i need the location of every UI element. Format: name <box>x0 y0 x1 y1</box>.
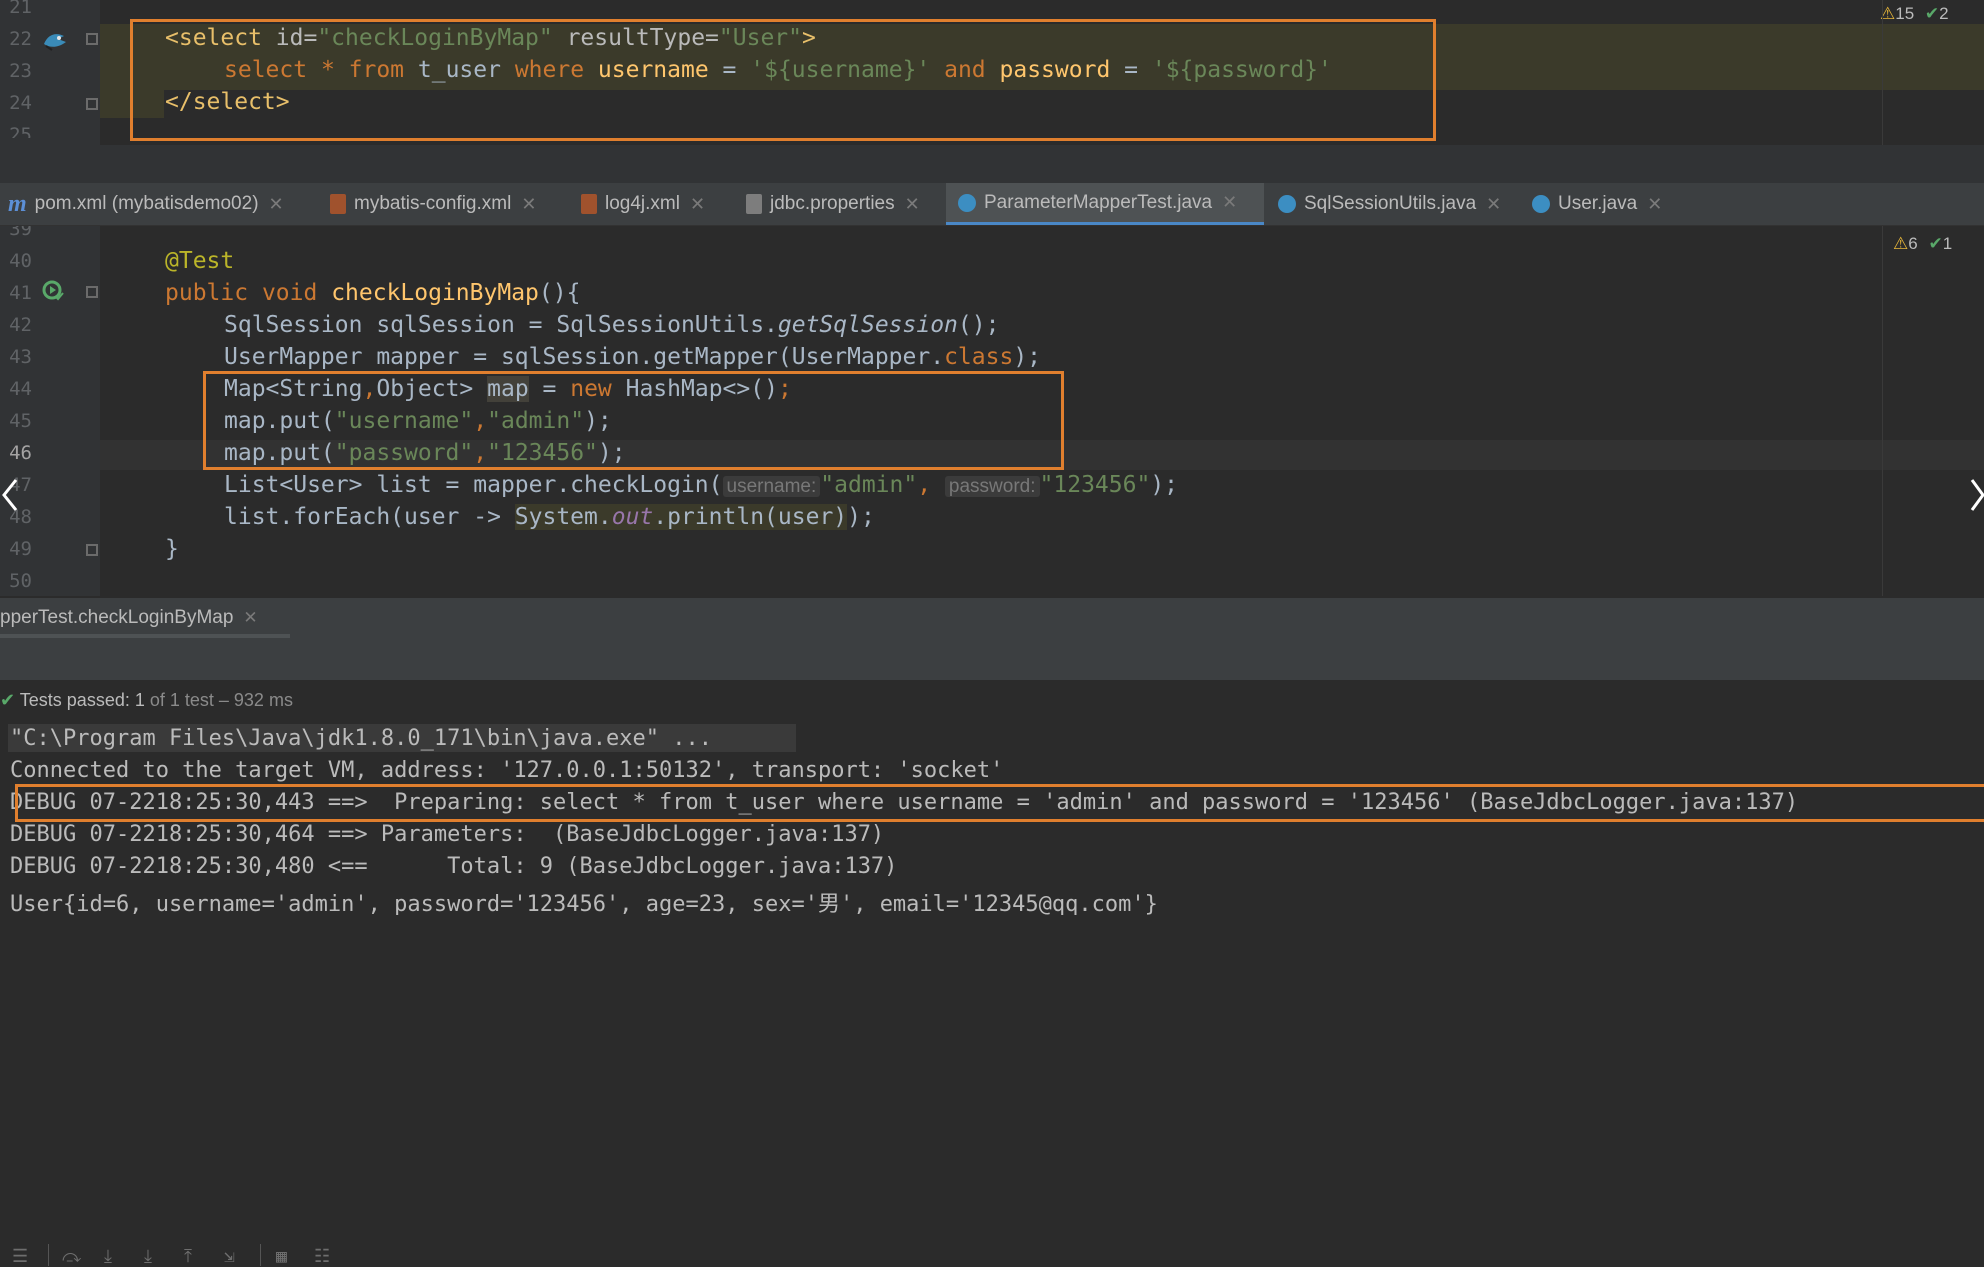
tab-jdbc-properties[interactable]: jdbc.properties ✕ <box>746 183 920 225</box>
tab-parameter-mapper-test[interactable]: ParameterMapperTest.java ✕ <box>946 183 1264 225</box>
line-number: 45 <box>9 410 32 432</box>
tab-mybatis-config[interactable]: mybatis-config.xml ✕ <box>330 183 536 225</box>
fold-icon[interactable] <box>86 98 98 110</box>
split-divider[interactable] <box>0 145 1984 183</box>
test-status: ✔ Tests passed: 1 of 1 test – 932 ms <box>0 690 293 710</box>
line-number: 50 <box>9 570 32 592</box>
tab-sqlsession-utils[interactable]: SqlSessionUtils.java ✕ <box>1278 183 1501 225</box>
line-number: 39 <box>9 226 32 240</box>
fold-icon[interactable] <box>86 286 98 298</box>
line-number: 42 <box>9 314 32 336</box>
console-line: "C:\Program Files\Java\jdk1.8.0_171\bin\… <box>10 726 712 751</box>
properties-file-icon <box>746 194 762 214</box>
code-line-48: list.forEach(user -> System.out.println(… <box>224 504 875 530</box>
prev-arrow-icon[interactable] <box>0 478 20 512</box>
scrollbar-track[interactable] <box>1882 226 1883 596</box>
tab-pom-xml[interactable]: m pom.xml (mybatisdemo02) ✕ <box>8 183 284 225</box>
rerun-icon[interactable]: ⤼ <box>62 1246 84 1267</box>
line-number: 23 <box>9 60 32 82</box>
export-icon[interactable]: ⇲ <box>224 1246 246 1267</box>
code-line-49: } <box>165 536 179 562</box>
fold-icon[interactable] <box>86 544 98 556</box>
close-icon[interactable]: ✕ <box>1222 192 1237 213</box>
line-number: 22 <box>9 28 32 50</box>
close-icon[interactable]: ✕ <box>1486 194 1501 215</box>
run-test-icon[interactable] <box>42 280 64 302</box>
close-icon[interactable]: ✕ <box>1647 194 1662 215</box>
tab-log4j[interactable]: log4j.xml ✕ <box>581 183 705 225</box>
toolbar-separator <box>48 1244 49 1266</box>
console-line: User{id=6, username='admin', password='1… <box>10 892 1158 915</box>
line-number: 43 <box>9 346 32 368</box>
maven-icon: m <box>8 190 27 217</box>
editor-bottom[interactable]: 39 40 41 42 43 44 45 46 47 48 49 50 @Tes… <box>0 226 1984 596</box>
console-output[interactable]: "C:\Program Files\Java\jdk1.8.0_171\bin\… <box>0 724 1984 915</box>
download-icon[interactable]: ⤓ <box>144 1246 166 1267</box>
upload-icon[interactable]: ⤒ <box>184 1246 206 1267</box>
line-number: 40 <box>9 250 32 272</box>
line-number: 24 <box>9 92 32 114</box>
download-icon[interactable]: ⤓ <box>104 1246 126 1267</box>
param-hint: username: <box>722 476 821 497</box>
code-line-42: SqlSession sqlSession = SqlSessionUtils.… <box>224 312 1000 338</box>
editor-tab-bar: m pom.xml (mybatisdemo02) ✕ mybatis-confi… <box>0 183 1984 226</box>
line-number: 21 <box>9 0 32 18</box>
run-tab[interactable]: pperTest.checkLoginByMap ✕ <box>0 607 258 629</box>
settings-list-icon[interactable]: ☷ <box>314 1246 336 1267</box>
tab-user-java[interactable]: User.java ✕ <box>1532 183 1662 225</box>
check-icon: ✔ <box>1928 234 1943 253</box>
line-number: 49 <box>9 538 32 560</box>
inspection-widget[interactable]: ⚠6 ✔1 <box>1893 234 1952 254</box>
console-line: Connected to the target VM, address: '12… <box>10 758 1004 783</box>
java-class-icon <box>1532 195 1550 213</box>
editor-top[interactable]: 21 22 23 24 25 <select id="checkLoginByM… <box>0 0 1984 145</box>
code-line-43: UserMapper mapper = sqlSession.getMapper… <box>224 344 1042 370</box>
mybatis-navigate-icon[interactable] <box>42 30 68 52</box>
line-number: 25 <box>9 124 32 138</box>
check-icon: ✔ <box>0 690 16 710</box>
line-number: 46 <box>9 442 32 464</box>
table-icon[interactable]: ▦ <box>276 1246 298 1267</box>
xml-file-icon <box>330 194 346 214</box>
warning-icon: ⚠ <box>1893 234 1909 253</box>
close-icon[interactable]: ✕ <box>690 194 705 215</box>
run-tab-underline <box>0 634 290 638</box>
next-arrow-icon[interactable] <box>1968 478 1984 512</box>
toolbar-separator <box>260 1244 261 1266</box>
console-line: DEBUG 07-2218:25:30,480 <== Total: 9 (Ba… <box>10 854 898 879</box>
scrollbar-track[interactable] <box>1882 0 1883 145</box>
line-number: 44 <box>9 378 32 400</box>
code-line-41: public void checkLoginByMap(){ <box>165 280 581 306</box>
run-panel: pperTest.checkLoginByMap ✕ ☰ ⤼ ⤓ ⤓ ⤒ ⇲ ▦ … <box>0 598 1984 1267</box>
param-hint: password: <box>944 476 1040 497</box>
map-code-highlight-box <box>203 371 1064 470</box>
xml-file-icon <box>581 194 597 214</box>
check-icon: ✔ <box>1924 4 1940 23</box>
close-icon[interactable]: ✕ <box>905 194 920 215</box>
menu-icon[interactable]: ☰ <box>12 1246 34 1267</box>
inspection-widget[interactable]: ⚠15 ✔2 <box>1880 4 1949 24</box>
java-class-icon <box>1278 195 1296 213</box>
fold-icon[interactable] <box>86 33 98 45</box>
close-icon[interactable]: ✕ <box>243 608 257 627</box>
code-line-47: List<User> list = mapper.checkLogin(user… <box>224 472 1179 498</box>
run-toolbar <box>0 640 1984 680</box>
run-tab-bar <box>0 598 1984 640</box>
sql-log-highlight-box <box>15 784 1984 822</box>
code-line-40: @Test <box>165 248 235 274</box>
close-icon[interactable]: ✕ <box>521 194 536 215</box>
java-class-icon <box>958 193 976 212</box>
console-line: DEBUG 07-2218:25:30,464 ==> Parameters: … <box>10 822 885 847</box>
sql-highlight-box <box>130 19 1436 141</box>
line-number: 41 <box>9 282 32 304</box>
close-icon[interactable]: ✕ <box>269 194 284 215</box>
